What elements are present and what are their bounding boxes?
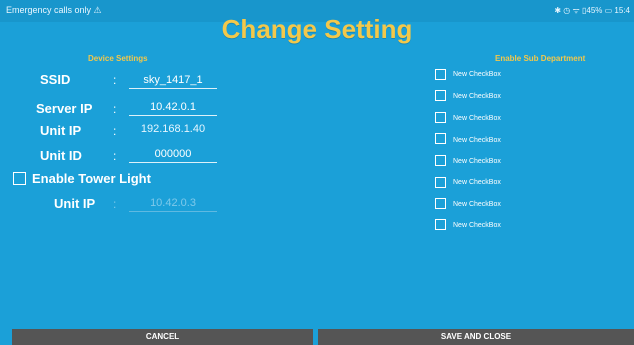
sub-department-heading: Enable Sub Department xyxy=(495,54,586,63)
sub-department-checkbox[interactable] xyxy=(435,112,446,123)
tower-light-label: Enable Tower Light xyxy=(32,171,151,186)
ssid-input[interactable]: sky_1417_1 xyxy=(129,72,217,89)
unit-id-colon: : xyxy=(113,149,117,163)
tower-light-checkbox[interactable] xyxy=(13,172,26,185)
sub-department-checkbox-label: New CheckBox xyxy=(453,222,501,229)
tower-unit-ip-input[interactable]: 10.42.0.3 xyxy=(129,195,217,212)
sub-department-checkbox-label: New CheckBox xyxy=(453,201,501,208)
ssid-label: SSID xyxy=(40,72,71,87)
sub-department-checkbox[interactable] xyxy=(435,69,446,80)
sub-department-checkbox-label: New CheckBox xyxy=(453,115,501,122)
sub-department-checkbox-label: New CheckBox xyxy=(453,158,501,165)
unit-ip-label: Unit IP xyxy=(40,123,82,138)
unit-id-label: Unit ID xyxy=(40,148,82,163)
unit-ip-colon: : xyxy=(113,124,117,138)
save-and-close-button[interactable]: SAVE AND CLOSE xyxy=(318,329,634,345)
ssid-colon: : xyxy=(113,73,117,87)
device-settings-heading: Device Settings xyxy=(88,54,148,63)
unit-ip-value: 192.168.1.40 xyxy=(140,123,206,135)
sub-department-checkbox-label: New CheckBox xyxy=(453,179,501,186)
server-ip-input[interactable]: 10.42.0.1 xyxy=(129,99,217,116)
tower-unit-ip-colon: : xyxy=(113,197,117,211)
tower-unit-ip-label: Unit IP xyxy=(54,196,96,211)
sub-department-checkbox-label: New CheckBox xyxy=(453,93,501,100)
sub-department-checkbox[interactable] xyxy=(435,155,446,166)
page-title: Change Setting xyxy=(221,14,413,44)
cancel-button[interactable]: CANCEL xyxy=(12,329,313,345)
sub-department-checkbox[interactable] xyxy=(435,177,446,188)
server-ip-colon: : xyxy=(113,102,117,116)
sub-department-checkbox[interactable] xyxy=(435,133,446,144)
sub-department-checkbox[interactable] xyxy=(435,90,446,101)
sub-department-checkbox-label: New CheckBox xyxy=(453,71,501,78)
sub-department-checkbox-label: New CheckBox xyxy=(453,137,501,144)
server-ip-label: Server IP xyxy=(36,101,93,116)
sub-department-checkbox[interactable] xyxy=(435,219,446,230)
sub-department-checkbox[interactable] xyxy=(435,198,446,209)
unit-id-input[interactable]: 000000 xyxy=(129,146,217,163)
